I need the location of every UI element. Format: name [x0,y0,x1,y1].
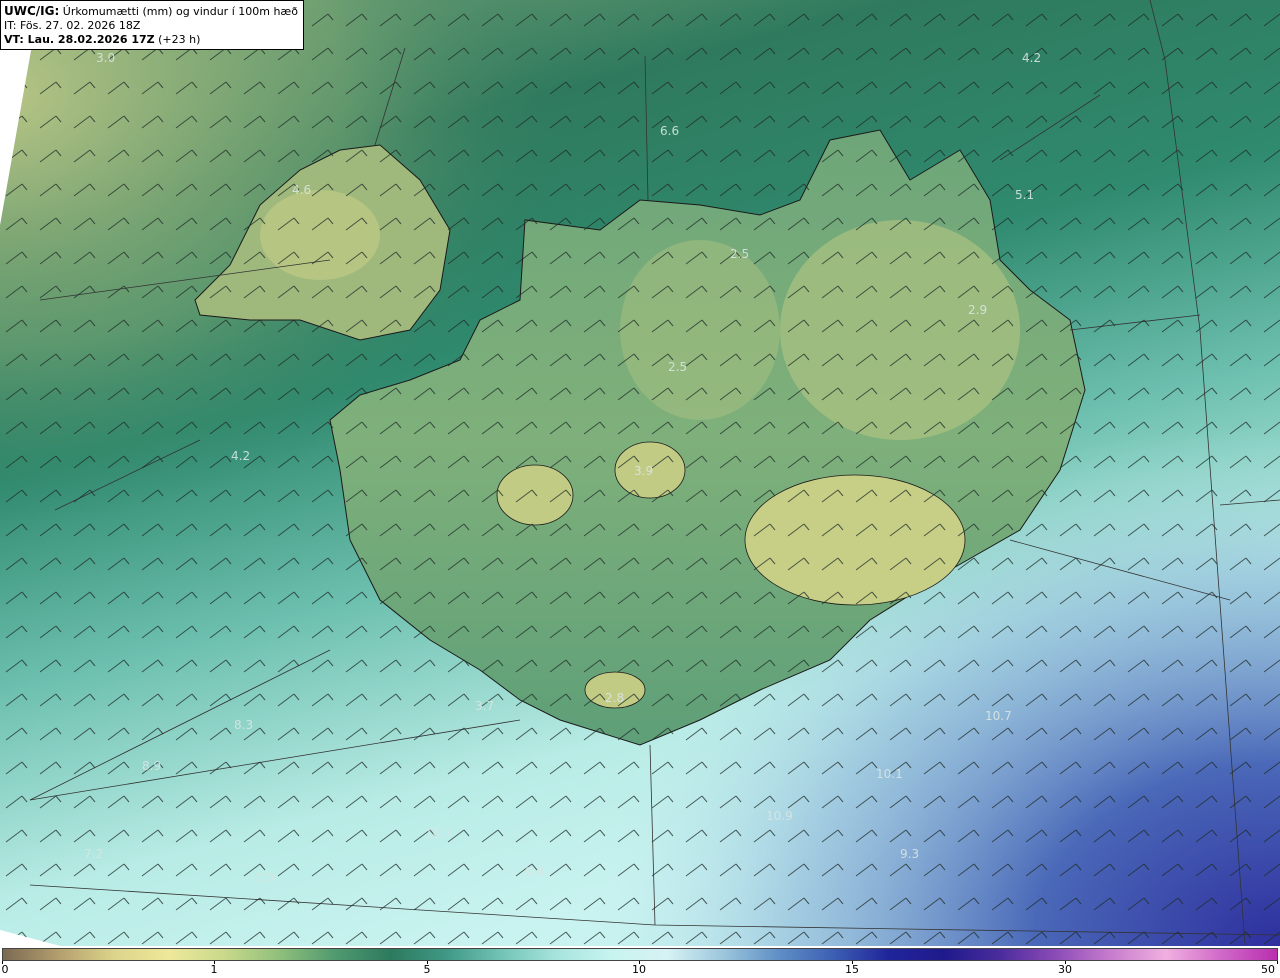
value-label: 9.3 [900,847,919,861]
colorbar-tick: 15 [845,963,859,976]
value-label: 4.2 [1022,51,1041,65]
valid-time: VT: Lau. 28.02.2026 17Z [4,33,155,46]
map-title-box: UWC/IG: Úrkomumætti (mm) og vindur í 100… [0,0,304,50]
field-description: Úrkomumætti (mm) og vindur í 100m hæð [62,5,298,18]
value-label: 5.1 [1015,188,1034,202]
value-label: 2.5 [730,247,749,261]
precipitation-map[interactable]: 3.0 4.2 6.6 4.6 5.1 2.5 2.5 2.9 4.2 3.9 … [0,0,1280,946]
value-label: 10.7 [425,827,452,841]
colorbar-tick: 10 [632,963,646,976]
value-label: 8.3 [234,718,253,732]
colorbar-tick: 0 [1,963,9,976]
value-label: 3.7 [475,699,494,713]
source-label: UWC/IG: [4,4,60,18]
value-label: 3.0 [96,51,115,65]
value-label: 6.6 [660,124,679,138]
value-label: 10.9 [766,809,793,823]
value-label: 4.2 [231,449,250,463]
colorbar-tick: 50 [1261,963,1275,976]
value-label: 2.8 [605,691,624,705]
value-label: 2.9 [968,303,987,317]
init-time: IT: Fös. 27. 02. 2026 18Z [4,19,141,32]
value-label: 10.7 [985,709,1012,723]
value-label: 7.0 [255,871,274,885]
value-label: 10.1 [876,767,903,781]
value-label: 4.6 [292,183,311,197]
value-label: 8.9 [142,759,161,773]
lead-time: (+23 h) [158,33,201,46]
value-label: 9.8 [525,865,544,879]
colorbar-tick: 1 [210,963,218,976]
map-canvas: 3.0 4.2 6.6 4.6 5.1 2.5 2.5 2.9 4.2 3.9 … [0,0,1280,946]
colorbar: 0 1 5 10 15 30 50 [0,946,1280,978]
colorbar-tick: 30 [1058,963,1072,976]
colorbar-tick: 5 [423,963,431,976]
value-label: 2.5 [668,360,687,374]
value-label: 7.2 [84,847,103,861]
colorbar-strip [2,948,1278,961]
value-label: 3.9 [634,464,653,478]
